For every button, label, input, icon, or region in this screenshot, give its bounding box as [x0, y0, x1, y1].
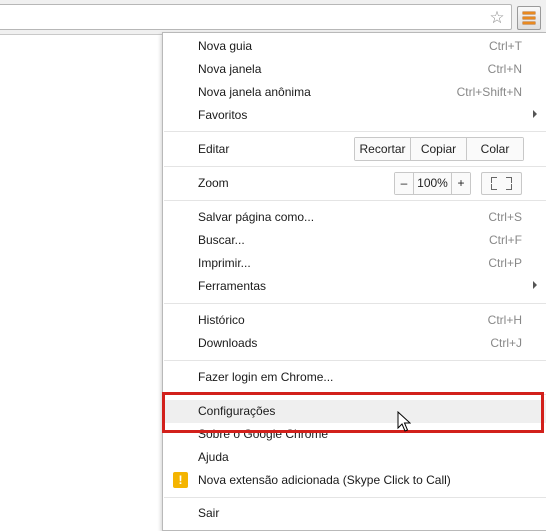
zoom-out-button[interactable]: –	[395, 173, 414, 194]
paste-button[interactable]: Colar	[467, 138, 523, 160]
chevron-right-icon	[533, 110, 537, 118]
warning-icon: !	[173, 472, 188, 488]
menu-item-label: Ajuda	[198, 450, 229, 464]
menu-item-shortcut: Ctrl+P	[488, 256, 522, 270]
menu-item-find[interactable]: Buscar... Ctrl+F	[163, 229, 546, 252]
menu-item-shortcut: Ctrl+N	[487, 62, 522, 76]
edit-button-group: Recortar Copiar Colar	[354, 137, 524, 161]
menu-item-new-incognito-window[interactable]: Nova janela anônima Ctrl+Shift+N	[163, 81, 546, 104]
menu-item-exit[interactable]: Sair	[163, 502, 546, 525]
menu-item-label: Sair	[198, 506, 220, 520]
menu-separator	[164, 200, 546, 201]
menu-separator	[164, 360, 546, 361]
menu-item-label: Configurações	[198, 404, 276, 418]
menu-item-label: Imprimir...	[198, 256, 251, 270]
copy-button[interactable]: Copiar	[411, 138, 467, 160]
hamburger-menu-icon	[523, 12, 535, 14]
menu-separator	[164, 131, 546, 132]
menu-item-label: Downloads	[198, 336, 258, 350]
zoom-controls: – 100% +	[394, 172, 471, 195]
menu-separator	[164, 166, 546, 167]
mouse-cursor-icon	[397, 411, 411, 432]
menu-item-label: Fazer login em Chrome...	[198, 370, 334, 384]
menu-item-shortcut: Ctrl+H	[487, 313, 522, 327]
menu-item-label: Ferramentas	[198, 279, 267, 293]
chevron-right-icon	[533, 281, 537, 289]
menu-item-label: Nova extensão adicionada (Skype Click to…	[198, 473, 451, 487]
menu-item-about-chrome[interactable]: Sobre o Google Chrome	[163, 423, 546, 446]
hamburger-menu-icon	[523, 22, 535, 24]
menu-item-label: Editar	[198, 142, 230, 156]
menu-item-downloads[interactable]: Downloads Ctrl+J	[163, 332, 546, 355]
address-bar[interactable]: ☆	[0, 4, 512, 30]
menu-item-new-tab[interactable]: Nova guia Ctrl+T	[163, 35, 546, 58]
menu-item-label: Salvar página como...	[198, 210, 315, 224]
menu-item-new-extension[interactable]: ! Nova extensão adicionada (Skype Click …	[163, 469, 546, 492]
hamburger-menu-icon	[523, 17, 535, 19]
menu-item-shortcut: Ctrl+J	[490, 336, 522, 350]
browser-toolbar: ☆	[0, 0, 546, 35]
fullscreen-button[interactable]	[481, 172, 522, 195]
menu-item-shortcut: Ctrl+T	[489, 39, 522, 53]
menu-item-shortcut: Ctrl+Shift+N	[456, 85, 522, 99]
menu-item-tools[interactable]: Ferramentas	[163, 275, 546, 298]
menu-separator	[164, 394, 546, 395]
menu-item-label: Buscar...	[198, 233, 245, 247]
chrome-menu-button[interactable]	[517, 6, 541, 30]
menu-item-new-window[interactable]: Nova janela Ctrl+N	[163, 58, 546, 81]
menu-item-label: Favoritos	[198, 108, 248, 122]
menu-item-shortcut: Ctrl+F	[489, 233, 522, 247]
cut-button[interactable]: Recortar	[355, 138, 411, 160]
menu-item-label: Nova janela	[198, 62, 262, 76]
zoom-in-button[interactable]: +	[452, 173, 470, 194]
menu-item-bookmarks[interactable]: Favoritos	[163, 104, 546, 127]
menu-item-label: Zoom	[198, 176, 229, 190]
menu-item-save-page[interactable]: Salvar página como... Ctrl+S	[163, 206, 546, 229]
chrome-menu: Nova guia Ctrl+T Nova janela Ctrl+N Nova…	[162, 32, 546, 531]
menu-item-label: Nova guia	[198, 39, 253, 53]
menu-item-settings[interactable]: Configurações	[163, 400, 546, 423]
menu-item-label: Histórico	[198, 313, 245, 327]
menu-item-shortcut: Ctrl+S	[488, 210, 522, 224]
menu-item-help[interactable]: Ajuda	[163, 446, 546, 469]
menu-separator	[164, 303, 546, 304]
star-icon[interactable]: ☆	[487, 8, 507, 28]
menu-separator	[164, 497, 546, 498]
menu-item-sign-in[interactable]: Fazer login em Chrome...	[163, 366, 546, 389]
menu-item-label: Sobre o Google Chrome	[198, 427, 329, 441]
zoom-level: 100%	[414, 173, 452, 194]
menu-item-label: Nova janela anônima	[198, 85, 311, 99]
menu-item-history[interactable]: Histórico Ctrl+H	[163, 309, 546, 332]
menu-item-print[interactable]: Imprimir... Ctrl+P	[163, 252, 546, 275]
